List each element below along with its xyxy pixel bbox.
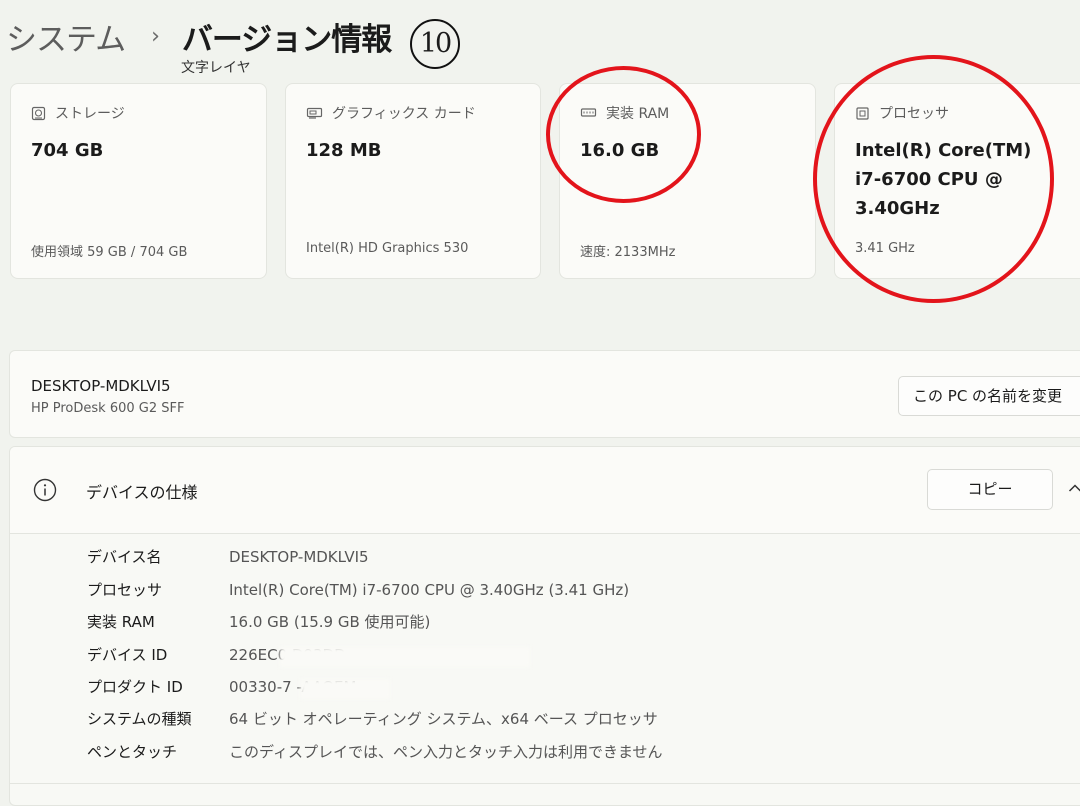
spec-label: 実装 RAM	[87, 613, 155, 631]
spec-label: システムの種類	[87, 710, 192, 728]
spec-value: 64 ビット オペレーティング システム、x64 ベース プロセッサ	[229, 710, 658, 728]
card-subtext: 速度: 2133MHz	[580, 245, 676, 260]
storage-card[interactable]: ストレージ 704 GB 使用領域 59 GB / 704 GB	[10, 83, 267, 279]
spec-label: デバイス ID	[87, 646, 168, 664]
page-title: バージョン情報	[181, 21, 392, 58]
storage-icon	[31, 106, 46, 120]
processor-highlight-ellipse	[813, 55, 1054, 303]
spec-value: DESKTOP-MDKLVI5	[229, 548, 369, 566]
card-title: グラフィックス カード	[332, 106, 476, 122]
graphics-card[interactable]: グラフィックス カード 128 MB Intel(R) HD Graphics …	[285, 83, 541, 279]
card-value: 128 MB	[306, 140, 382, 161]
spec-value: このディスプレイでは、ペン入力とタッチ入力は利用できません	[229, 743, 663, 761]
annotation-number: 10	[410, 19, 460, 69]
rename-pc-button[interactable]: この PC の名前を変更	[898, 376, 1080, 416]
chevron-up-icon[interactable]	[1068, 483, 1080, 493]
spec-label: プロセッサ	[87, 581, 163, 599]
spec-value: Intel(R) Core(TM) i7-6700 CPU @ 3.40GHz …	[229, 581, 630, 599]
breadcrumb-chevron-icon: ›	[151, 23, 160, 49]
spec-label: ペンとタッチ	[87, 743, 178, 761]
info-icon	[33, 478, 57, 502]
pc-name: DESKTOP-MDKLVI5	[31, 377, 171, 395]
ram-highlight-ellipse	[546, 66, 701, 203]
copy-button[interactable]: コピー	[927, 469, 1053, 510]
redaction-blur	[280, 647, 530, 667]
device-specs-title: デバイスの仕様	[86, 483, 198, 502]
redaction-blur	[300, 679, 390, 699]
card-subtext: Intel(R) HD Graphics 530	[306, 241, 469, 256]
spec-label: プロダクト ID	[87, 678, 183, 696]
pc-name-panel: DESKTOP-MDKLVI5 HP ProDesk 600 G2 SFF この…	[9, 350, 1080, 438]
device-specs-panel: デバイスの仕様 コピー デバイス名 DESKTOP-MDKLVI5 プロセッサ …	[9, 446, 1080, 806]
pc-model: HP ProDesk 600 G2 SFF	[31, 401, 185, 416]
divider	[10, 783, 1080, 784]
card-title: ストレージ	[55, 106, 125, 122]
device-specs-header[interactable]: デバイスの仕様 コピー	[10, 447, 1080, 534]
spec-value: 16.0 GB (15.9 GB 使用可能)	[229, 613, 431, 631]
card-value: 704 GB	[31, 140, 104, 161]
breadcrumb: システム › バージョン情報	[6, 12, 392, 60]
spec-label: デバイス名	[87, 548, 162, 566]
card-subtext: 使用領域 59 GB / 704 GB	[31, 245, 188, 260]
breadcrumb-parent-link[interactable]: システム	[6, 14, 126, 59]
annotation-label: 文字レイヤ	[181, 60, 251, 76]
graphics-card-icon	[306, 107, 323, 119]
